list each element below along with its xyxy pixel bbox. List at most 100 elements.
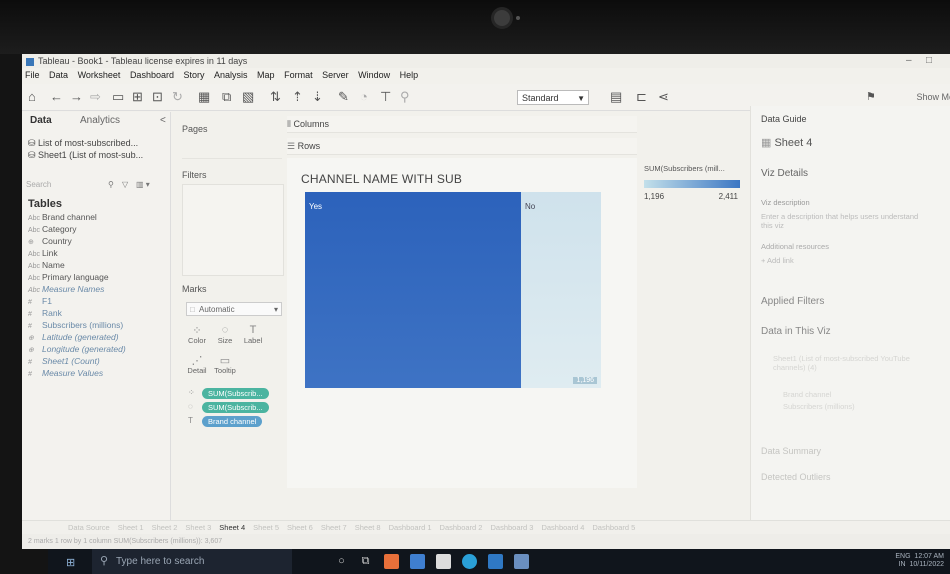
duplicate-icon[interactable]: ⧉ [222,89,231,105]
system-tray[interactable]: ENG 12:07 AM IN 10/11/2022 [895,553,944,569]
app-icon-2[interactable] [410,554,425,569]
sheet-tab[interactable]: Dashboard 2 [440,523,483,532]
sheet-tab[interactable]: Sheet 1 [118,523,144,532]
show-me-button[interactable]: Show Me [916,92,950,102]
sheet-tab[interactable]: Sheet 5 [253,523,279,532]
save-icon[interactable]: ▭ [112,89,124,105]
task-view-icon[interactable]: ⧉ [358,554,373,569]
size-button[interactable]: ◌ Size [212,324,238,345]
maximize-button[interactable]: □ [926,54,932,68]
rows-shelf[interactable]: ☰ Rows [287,138,637,155]
field-item[interactable]: # Measure Values [28,368,103,378]
sheet-tab[interactable]: Dashboard 3 [490,523,533,532]
sheet-tab[interactable]: Sheet 7 [321,523,347,532]
menu-help[interactable]: Help [400,70,419,80]
detected-outliers-heading[interactable]: Detected Outliers [761,472,831,482]
field-item[interactable]: Abc Measure Names [28,284,104,294]
viz-details-heading[interactable]: Viz Details [761,168,808,179]
sheet-tab[interactable]: Sheet 3 [185,523,211,532]
data-in-viz-heading[interactable]: Data in This Viz [761,326,831,337]
menu-story[interactable]: Story [183,70,204,80]
taskbar-search-input[interactable]: Type here to search [116,556,204,567]
menu-format[interactable]: Format [284,70,313,80]
menu-file[interactable]: File [25,70,40,80]
filter-icon[interactable]: ▽ [122,178,128,192]
field-item[interactable]: Abc Name [28,260,65,270]
menu-server[interactable]: Server [322,70,349,80]
sheet-tab[interactable]: Dashboard 5 [592,523,635,532]
sheet-tab[interactable]: Sheet 4 [219,523,245,532]
clear-sheet-icon[interactable]: ▧ [242,89,254,105]
color-button[interactable]: ⁘ Color [184,324,210,345]
sort-desc-icon[interactable]: ⇣ [312,89,323,105]
sheet-tab[interactable]: Dashboard 4 [541,523,584,532]
data-field-2[interactable]: Subscribers (millions) [783,402,855,411]
group-icon[interactable]: ◔ [360,89,368,105]
view-options-icon[interactable]: ▥ ▾ [136,178,150,192]
datasource-1[interactable]: ⛁ List of most-subscribed... [28,138,138,149]
minimize-button[interactable]: – [906,54,912,68]
edge-icon[interactable] [462,554,477,569]
data-source-item[interactable]: Sheet1 (List of most-subscribed YouTube … [773,354,943,372]
label-button[interactable]: T Label [240,324,266,345]
collapse-pane-icon[interactable]: < [160,112,166,130]
field-item[interactable]: Abc Category [28,224,77,234]
sheet-tab[interactable]: Data Source [68,523,110,532]
home-icon[interactable]: ⌂ [28,89,36,105]
swap-icon[interactable]: ⇅ [270,89,281,105]
marks-pill[interactable]: SUM(Subscrib... [202,388,269,399]
add-link-button[interactable]: + Add link [761,256,794,265]
refresh-icon[interactable]: ↻ [172,89,183,105]
tableau-taskbar-icon[interactable] [514,554,529,569]
treemap-tile-no[interactable]: No 1,196 [521,192,601,388]
fit-select[interactable]: Standard ▼ [517,90,589,105]
search-input[interactable]: Search [26,180,51,189]
sheet-tab[interactable]: Sheet 6 [287,523,313,532]
color-legend[interactable]: SUM(Subscribers (mill... 1,196 2,411 [640,158,744,218]
data-field-1[interactable]: Brand channel [783,390,831,399]
field-item[interactable]: ⊕ Longitude (generated) [28,344,126,354]
tab-analytics[interactable]: Analytics [80,112,120,130]
search-icon[interactable]: ⚲ [108,178,114,192]
share-icon[interactable]: ⋖ [658,89,669,105]
sheet-tab[interactable]: Sheet 8 [355,523,381,532]
back-icon[interactable]: ← [50,89,63,105]
menu-data[interactable]: Data [49,70,68,80]
field-item[interactable]: Abc Link [28,248,58,258]
connect-icon[interactable]: ⇨ [90,89,101,105]
applied-filters-heading[interactable]: Applied Filters [761,296,824,307]
sheet-tab[interactable]: Sheet 2 [152,523,178,532]
menu-window[interactable]: Window [358,70,390,80]
new-datasource-icon[interactable]: ⊞ [132,89,143,105]
app-icon-1[interactable] [384,554,399,569]
sheet-tab[interactable]: Dashboard 1 [389,523,432,532]
columns-shelf[interactable]: ⦀ Columns [287,116,637,133]
menu-worksheet[interactable]: Worksheet [78,70,121,80]
viz-title[interactable]: CHANNEL NAME WITH SUB [301,172,462,186]
highlight-icon[interactable]: ✎ [338,89,349,105]
store-icon[interactable] [436,554,451,569]
presentation-icon[interactable]: ⊏ [636,89,647,105]
show-cards-icon[interactable]: ▤ [610,89,622,105]
datasource-2[interactable]: ⛁ Sheet1 (List of most-sub... [28,150,143,161]
field-item[interactable]: # Sheet1 (Count) [28,356,100,366]
viz-description-input[interactable]: Enter a description that helps users und… [761,212,931,230]
tooltip-button[interactable]: ▭ Tooltip [212,354,238,375]
field-item[interactable]: ⊕ Country [28,236,72,246]
marks-pill[interactable]: SUM(Subscrib... [202,402,269,413]
menu-analysis[interactable]: Analysis [214,70,248,80]
marks-pill[interactable]: Brand channel [202,416,263,427]
tab-data[interactable]: Data [30,112,52,130]
filters-shelf[interactable] [182,184,284,276]
field-item[interactable]: ⊕ Latitude (generated) [28,332,119,342]
pages-shelf[interactable] [182,140,282,159]
new-worksheet-icon[interactable]: ▦ [198,89,210,105]
viz-canvas[interactable]: CHANNEL NAME WITH SUB Yes No 1,196 [287,158,637,488]
cortana-icon[interactable]: ○ [334,554,349,569]
mail-icon[interactable] [488,554,503,569]
treemap-tile-yes[interactable]: Yes [305,192,521,388]
menu-dashboard[interactable]: Dashboard [130,70,174,80]
mark-type-select[interactable]: □ Automatic ▾ [186,302,282,316]
sort-asc-icon[interactable]: ⇡ [292,89,303,105]
field-search[interactable]: Search ⚲ ▽ ▥ ▾ [26,178,166,192]
